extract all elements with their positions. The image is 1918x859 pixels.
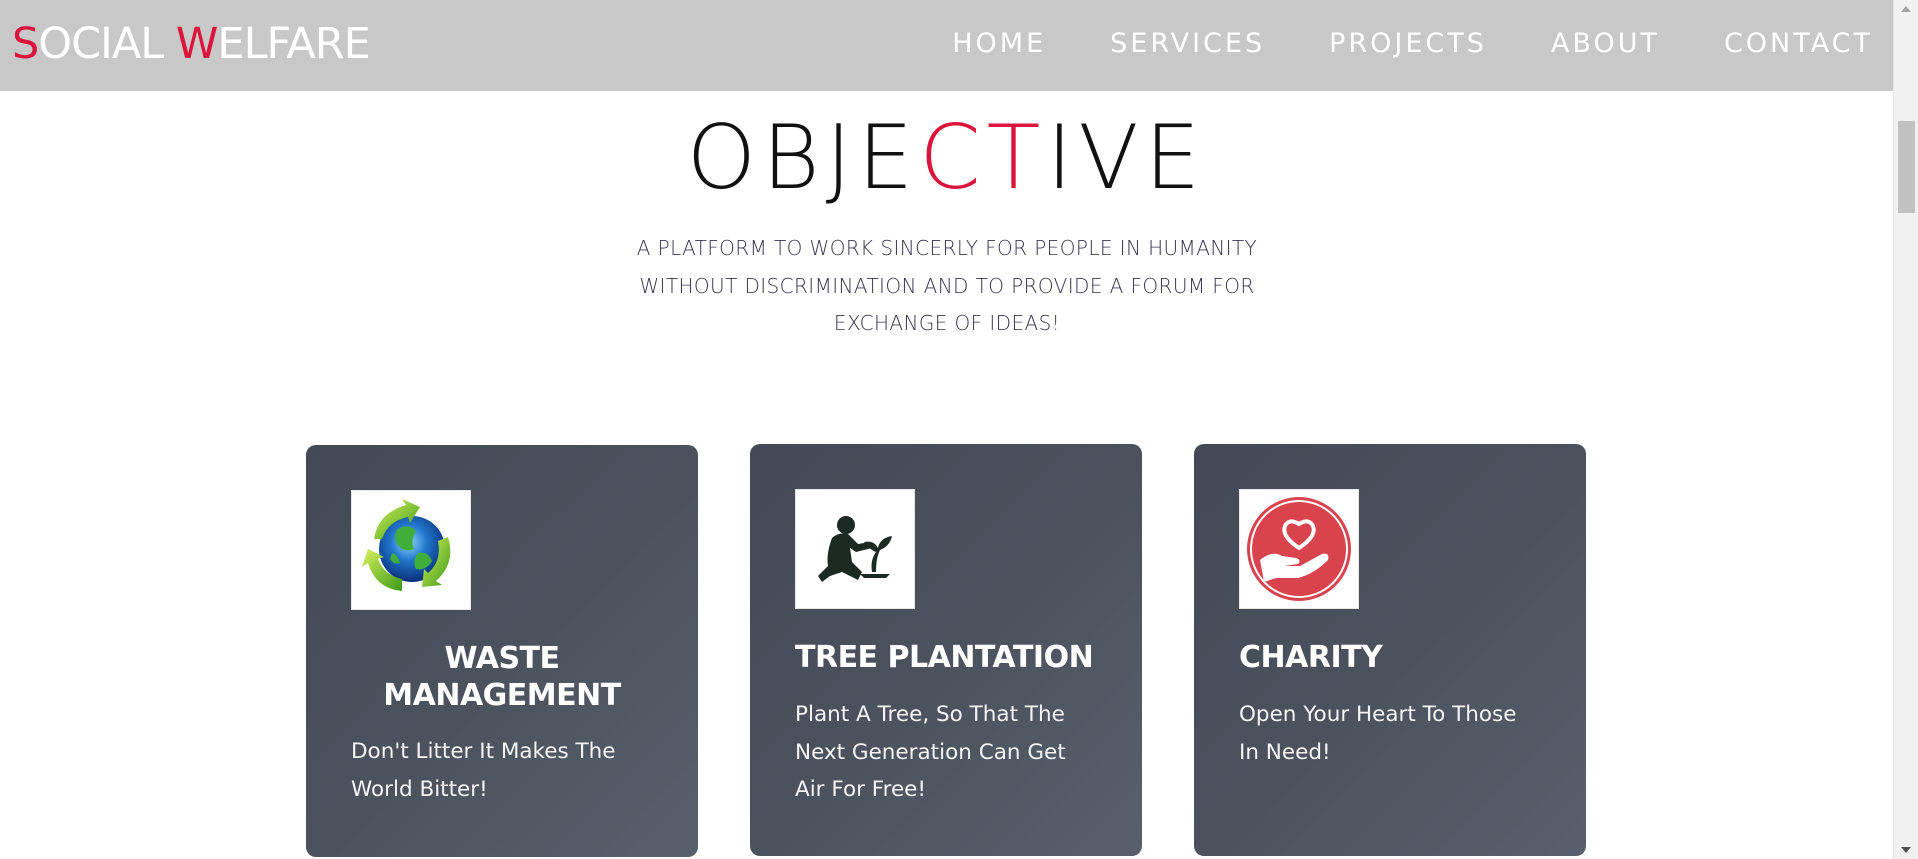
card-description: Open Your Heart To Those In Need! — [1239, 702, 1517, 765]
objective-description: A PLATFORM TO WORK SINCERLY FOR PEOPLE I… — [636, 236, 1258, 335]
heart-in-hand-icon — [1239, 489, 1359, 609]
navbar: SOCIAL WELFARE HOME SERVICES PROJECTS AB… — [0, 0, 1893, 91]
service-card-tree-plantation[interactable]: TREE PLANTATION Plant A Tree, So That Th… — [750, 444, 1142, 856]
service-card-charity[interactable]: CHARITY Open Your Heart To Those In Need… — [1194, 444, 1586, 856]
objective-title-part-3: IVE — [1046, 106, 1207, 209]
scroll-up-arrow-icon[interactable] — [1901, 6, 1911, 12]
objective-title-part-1: OBJE — [686, 106, 920, 209]
card-title: TREE PLANTATION — [795, 640, 1094, 675]
nav-item-projects[interactable]: PROJECTS — [1329, 26, 1487, 62]
page-scrollbar[interactable] — [1893, 0, 1918, 859]
nav-item-contact[interactable]: CONTACT — [1724, 26, 1873, 62]
recycle-globe-icon — [351, 490, 471, 610]
nav-item-home[interactable]: HOME — [952, 26, 1046, 62]
card-description: Plant A Tree, So That The Next Generatio… — [795, 702, 1066, 802]
card-title: CHARITY — [1239, 640, 1383, 675]
brand-logo[interactable]: SOCIAL WELFARE — [12, 19, 371, 69]
objective-title-part-2: CT — [919, 106, 1047, 209]
card-description: Don't Litter It Makes The World Bitter! — [351, 739, 616, 802]
nav-item-about[interactable]: ABOUT — [1551, 26, 1660, 62]
brand-letter-s: S — [12, 19, 39, 69]
brand-word-ocial: OCIAL — [38, 19, 176, 69]
main-nav: HOME SERVICES PROJECTS ABOUT CONTACT — [888, 26, 1873, 62]
brand-letter-w: W — [175, 19, 219, 69]
service-card-waste-management[interactable]: WASTE MANAGEMENT Don't Litter It Makes T… — [306, 445, 698, 857]
tree-planting-icon — [795, 489, 915, 609]
nav-item-services[interactable]: SERVICES — [1110, 26, 1265, 62]
objective-title: OBJECTIVE — [0, 108, 1893, 208]
card-title: WASTE MANAGEMENT — [383, 641, 621, 713]
scrollbar-thumb[interactable] — [1898, 121, 1915, 213]
scroll-down-arrow-icon[interactable] — [1901, 847, 1911, 853]
brand-word-elfare: ELFARE — [217, 19, 370, 69]
